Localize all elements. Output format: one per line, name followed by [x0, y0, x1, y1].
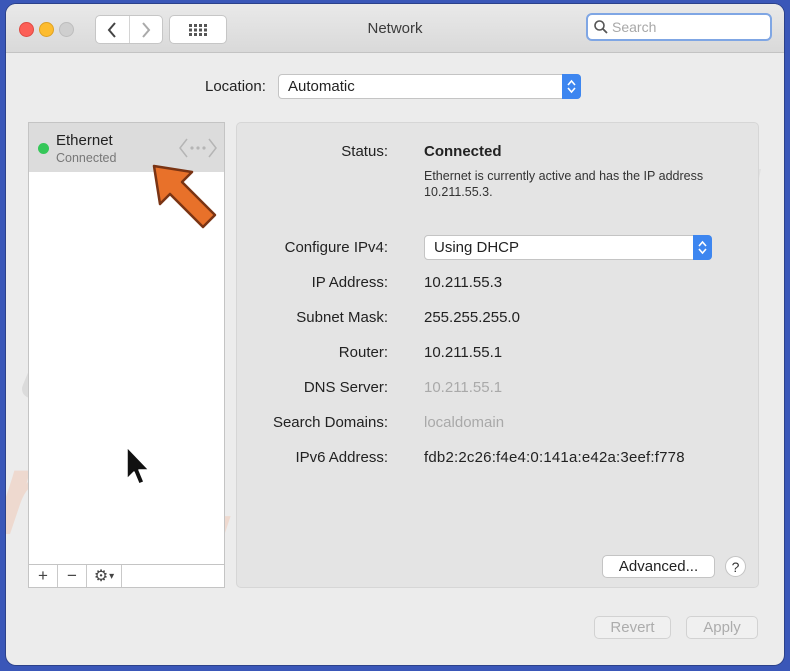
- search-domains-label: Search Domains:: [272, 414, 388, 431]
- location-value: Automatic: [288, 78, 355, 95]
- remove-service-button[interactable]: −: [58, 565, 87, 587]
- ipv6-address-label: IPv6 Address:: [295, 449, 388, 466]
- status-dot-icon: [38, 143, 49, 154]
- location-label: Location:: [205, 78, 266, 95]
- ip-address-value: 10.211.55.3: [424, 274, 503, 291]
- status-description: Ethernet is currently active and has the…: [424, 169, 704, 199]
- gear-icon: ⚙: [93, 568, 109, 585]
- subnet-mask-value: 255.255.255.0: [424, 309, 520, 326]
- service-list: Ethernet Connected + − ⚙ ▾: [28, 122, 225, 588]
- service-list-toolbar: + − ⚙ ▾: [29, 564, 224, 587]
- service-status: Connected: [56, 151, 117, 165]
- popup-stepper-icon: [693, 235, 712, 260]
- configure-ipv4-label: Configure IPv4:: [284, 239, 388, 256]
- apply-button[interactable]: Apply: [686, 616, 758, 639]
- subnet-mask-label: Subnet Mask:: [296, 309, 388, 326]
- service-item-ethernet[interactable]: Ethernet Connected: [29, 123, 224, 172]
- service-name: Ethernet: [56, 132, 113, 149]
- dns-server-label: DNS Server:: [303, 379, 388, 396]
- search-icon: [594, 20, 608, 34]
- add-service-button[interactable]: +: [29, 565, 58, 587]
- location-popup[interactable]: Automatic: [278, 74, 581, 99]
- title-bar: Network: [6, 4, 784, 53]
- status-label: Status:: [341, 143, 388, 160]
- router-label: Router:: [338, 344, 388, 361]
- configure-ipv4-popup[interactable]: Using DHCP: [424, 235, 712, 260]
- status-value: Connected: [424, 143, 502, 160]
- search-input[interactable]: [610, 18, 764, 36]
- help-button[interactable]: ?: [725, 556, 746, 577]
- popup-stepper-icon: [562, 74, 581, 99]
- chevron-down-icon: ▾: [109, 570, 115, 582]
- service-actions-button[interactable]: ⚙ ▾: [87, 565, 122, 587]
- ip-address-label: IP Address:: [311, 274, 388, 291]
- revert-button[interactable]: Revert: [594, 616, 671, 639]
- details-panel: Status: Connected Ethernet is currently …: [236, 122, 759, 588]
- search-field[interactable]: [586, 13, 772, 41]
- network-preferences-window: Network Location: Automatic risk: [6, 4, 784, 665]
- dns-server-value: 10.211.55.1: [424, 379, 503, 396]
- search-domains-value: localdomain: [424, 414, 505, 431]
- ipv6-address-value: fdb2:2c26:f4e4:0:141a:e42a:3eef:f778: [424, 449, 685, 466]
- configure-ipv4-value: Using DHCP: [434, 239, 520, 256]
- advanced-button[interactable]: Advanced...: [602, 555, 715, 578]
- ethernet-icon: [179, 135, 217, 166]
- router-value: 10.211.55.1: [424, 344, 503, 361]
